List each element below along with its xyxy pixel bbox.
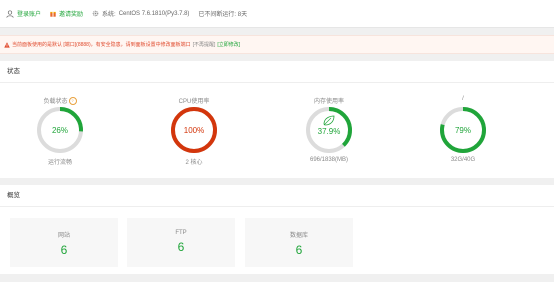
invite-reward-label: 邀请奖励 [59, 12, 84, 18]
website-card[interactable]: 网站 6 [10, 218, 118, 267]
ignore-warning-link[interactable]: [不再提醒] [193, 41, 216, 48]
load-gauge-sub: 运行流畅 [47, 160, 72, 166]
gift-icon [50, 11, 56, 17]
overview-title: 概览 [0, 185, 554, 207]
warning-icon [4, 41, 10, 48]
uptime-info: 已不间断运行: 8天 [198, 9, 247, 18]
invite-reward-link[interactable]: 邀请奖励 [50, 9, 83, 18]
disk-gauge-label: / [462, 96, 464, 102]
website-card-label: 网站 [57, 233, 70, 239]
memory-gauge-label: 内存使用率 [313, 99, 344, 105]
leaf-icon[interactable] [323, 115, 335, 126]
database-card-value[interactable]: 6 [245, 243, 353, 257]
security-warning-bar: 当前面板使用的是默认 [端口](8888)，有安全隐患，请到面板设置中修改面板端… [0, 35, 554, 54]
uptime-text: 已不间断运行: 8天 [198, 12, 248, 18]
memory-gauge-sub: 696/1838(MB) [309, 157, 349, 163]
database-card[interactable]: 数据库 6 [245, 218, 353, 267]
system-value: CentOS 7.6.1810(Py3.7.8) [118, 10, 190, 17]
gear-icon [92, 10, 99, 17]
memory-gauge-value: 37.9% [317, 127, 341, 136]
cpu-gauge-sub: 2 核心 [185, 160, 203, 166]
website-card-value[interactable]: 6 [10, 243, 118, 257]
bind-account-label: 登录账户 [17, 12, 42, 18]
database-card-label: 数据库 [289, 233, 308, 239]
disk-gauge-value: 79% [454, 126, 471, 135]
system-info: 系统: CentOS 7.6.1810(Py3.7.8) [92, 9, 189, 18]
warning-message: 当前面板使用的是默认 [端口](8888)，有安全隐患，请到面板设置中修改面板端… [12, 42, 191, 48]
load-gauge-value: 26% [51, 126, 68, 135]
ftp-card-value[interactable]: 6 [127, 240, 235, 254]
ftp-card[interactable]: FTP 6 [127, 218, 235, 267]
system-label: 系统: [102, 12, 116, 18]
load-gauge-label: 负载状态? [20, 96, 100, 106]
top-bar: 登录账户 邀请奖励 系统: CentOS 7.6.1810(Py3.7.8) 已… [0, 0, 554, 28]
fix-now-link[interactable]: [立即修改] [217, 41, 240, 48]
ftp-card-label: FTP [175, 230, 187, 236]
disk-gauge-sub: 32G/40G [450, 157, 476, 163]
help-icon[interactable]: ? [68, 97, 77, 106]
cpu-gauge[interactable]: CPU使用率 100% 2 核心 [154, 96, 234, 166]
status-title: 状态 [0, 61, 554, 83]
load-gauge[interactable]: 负载状态? 26% 运行流畅 [20, 96, 100, 166]
cpu-gauge-label: CPU使用率 [178, 99, 210, 105]
bind-account-link[interactable]: 登录账户 [0, 9, 41, 18]
status-panel: 状态 负载状态? 26% 运行流畅 CPU使用率 100% 2 核心 内存使用率 [0, 61, 554, 178]
overview-panel: 概览 网站 6 FTP 6 数据库 6 [0, 185, 554, 274]
disk-gauge[interactable]: / 79% 32G/40G [423, 96, 503, 163]
cpu-gauge-value: 100% [183, 126, 205, 135]
memory-gauge[interactable]: 内存使用率 37.9% 696/1838(MB) [289, 96, 369, 163]
user-icon [6, 9, 14, 18]
